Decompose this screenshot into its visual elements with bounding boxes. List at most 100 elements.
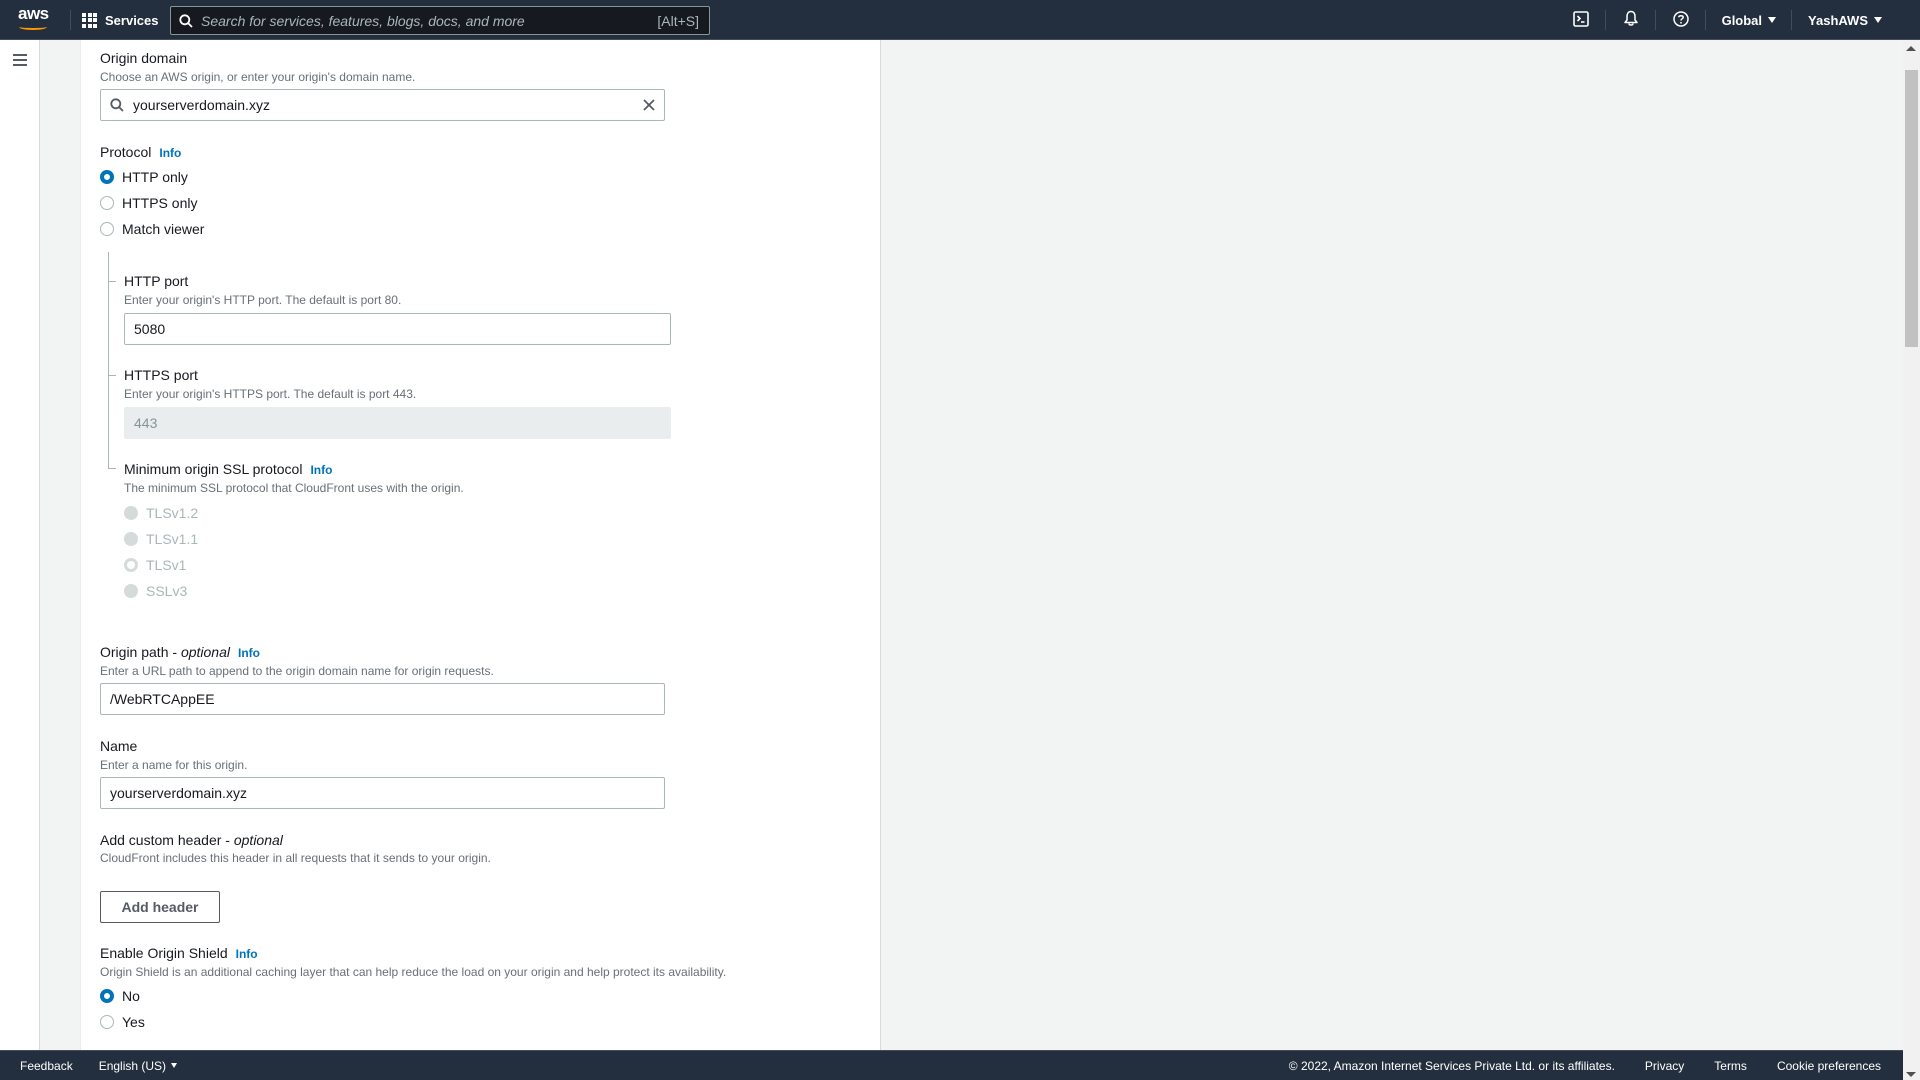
- tree-connector-line: [108, 252, 109, 469]
- origin-path-label: Origin path - optional Info: [100, 644, 260, 660]
- custom-header-description: CloudFront includes this header in all r…: [100, 851, 491, 865]
- copyright-text: © 2022, Amazon Internet Services Private…: [1288, 1058, 1615, 1073]
- scrollbar-thumb[interactable]: [1905, 70, 1918, 347]
- https-port-field: [124, 407, 671, 439]
- global-search-input[interactable]: [201, 12, 658, 29]
- radio-label: HTTPS only: [122, 195, 198, 211]
- origin-shield-info-link[interactable]: Info: [236, 947, 258, 961]
- optional-tag: optional: [180, 644, 230, 660]
- caret-down-icon: [1768, 17, 1777, 23]
- http-port-label: HTTP port: [124, 273, 189, 289]
- origin-path-label-text: Origin path -: [100, 644, 181, 660]
- footer-links: © 2022, Amazon Internet Services Private…: [1259, 1059, 1903, 1073]
- custom-header-label: Add custom header - optional: [100, 832, 283, 848]
- ssl-option-sslv3: SSLv3: [124, 583, 187, 599]
- add-header-button[interactable]: Add header: [100, 891, 220, 923]
- side-navigation: [0, 40, 40, 1050]
- caret-down-icon: [1874, 17, 1882, 23]
- terms-link[interactable]: Terms: [1714, 1059, 1747, 1073]
- page-scrollbar[interactable]: [1903, 40, 1920, 1080]
- notifications-bell-icon: [1623, 10, 1639, 30]
- origin-path-field[interactable]: [100, 683, 665, 715]
- tree-connector-branch: [108, 468, 116, 469]
- radio-label: TLSv1.1: [146, 531, 199, 547]
- cookie-preferences-link[interactable]: Cookie preferences: [1777, 1059, 1881, 1073]
- https-port-label: HTTPS port: [124, 367, 198, 383]
- scroll-up-arrow-icon[interactable]: [1906, 46, 1916, 51]
- services-label: Services: [105, 12, 159, 28]
- origin-path-input[interactable]: [101, 684, 664, 714]
- protocol-option-http-only[interactable]: HTTP only: [100, 169, 188, 185]
- protocol-info-link[interactable]: Info: [159, 146, 181, 160]
- menu-hamburger-icon[interactable]: [13, 54, 27, 66]
- aws-logo[interactable]: aws: [18, 5, 50, 34]
- min-ssl-label-text: Minimum origin SSL protocol: [124, 461, 303, 477]
- min-ssl-label: Minimum origin SSL protocol Info: [124, 461, 332, 477]
- search-shortcut-hint: [Alt+S]: [657, 12, 699, 29]
- radio-label: HTTP only: [122, 169, 188, 185]
- account-menu[interactable]: YashAWS: [1792, 0, 1898, 40]
- radio-checked-icon[interactable]: [100, 170, 114, 184]
- origin-domain-description: Choose an AWS origin, or enter your orig…: [100, 70, 416, 84]
- min-ssl-info-link[interactable]: Info: [310, 463, 332, 477]
- cloudshell-icon: [1572, 10, 1589, 30]
- origin-domain-input[interactable]: [128, 90, 634, 120]
- origin-domain-field[interactable]: [100, 89, 665, 121]
- https-port-description: Enter your origin's HTTPS port. The defa…: [124, 387, 417, 401]
- protocol-option-https-only[interactable]: HTTPS only: [100, 195, 197, 211]
- clear-icon[interactable]: [634, 98, 664, 112]
- region-selector[interactable]: Global: [1706, 0, 1793, 40]
- nav-divider: [70, 10, 71, 30]
- search-icon: [110, 98, 128, 112]
- origin-shield-label-text: Enable Origin Shield: [100, 945, 228, 961]
- origin-name-input[interactable]: [101, 778, 664, 808]
- scroll-down-arrow-icon[interactable]: [1906, 1072, 1916, 1077]
- min-ssl-description: The minimum SSL protocol that CloudFront…: [124, 481, 464, 495]
- origin-shield-description: Origin Shield is an additional caching l…: [100, 965, 727, 979]
- caret-down-icon: [171, 1063, 178, 1068]
- console-footer: Feedback English (US) © 2022, Amazon Int…: [0, 1050, 1903, 1080]
- help-icon: [1672, 10, 1689, 30]
- top-navigation: aws Services [Alt+S]: [0, 0, 1920, 40]
- origin-shield-option-yes[interactable]: Yes: [100, 1014, 145, 1030]
- radio-unchecked-icon[interactable]: [100, 1015, 114, 1029]
- radio-label: TLSv1.2: [146, 505, 199, 521]
- tree-connector-branch: [108, 375, 116, 376]
- tree-connector-branch: [108, 281, 116, 282]
- origin-name-label: Name: [100, 738, 138, 754]
- radio-label: SSLv3: [146, 583, 188, 599]
- cloudshell-button[interactable]: [1556, 0, 1606, 40]
- origin-domain-label: Origin domain: [100, 50, 188, 66]
- http-port-input[interactable]: [125, 314, 670, 344]
- origin-shield-label: Enable Origin Shield Info: [100, 945, 258, 961]
- global-search[interactable]: [Alt+S]: [170, 6, 710, 35]
- ssl-option-tlsv1-1: TLSv1.1: [124, 531, 198, 547]
- ssl-option-tlsv1: TLSv1: [124, 557, 186, 573]
- radio-disabled-checked-icon: [124, 558, 138, 572]
- services-menu-button[interactable]: Services: [82, 0, 159, 40]
- radio-unchecked-icon[interactable]: [100, 196, 114, 210]
- http-port-description: Enter your origin's HTTP port. The defau…: [124, 293, 402, 307]
- optional-tag: optional: [233, 832, 283, 848]
- origin-shield-option-no[interactable]: No: [100, 988, 140, 1004]
- ssl-option-tlsv1-2: TLSv1.2: [124, 505, 198, 521]
- account-label: YashAWS: [1808, 12, 1868, 28]
- privacy-link[interactable]: Privacy: [1645, 1059, 1684, 1073]
- http-port-field[interactable]: [124, 313, 671, 345]
- radio-checked-icon[interactable]: [100, 989, 114, 1003]
- https-port-input: [125, 408, 670, 438]
- radio-label: TLSv1: [146, 557, 187, 573]
- grid-icon: [82, 12, 97, 28]
- origin-name-field[interactable]: [100, 777, 665, 809]
- language-selector[interactable]: English (US): [98, 1058, 178, 1073]
- help-button[interactable]: [1656, 0, 1706, 40]
- radio-disabled-icon: [124, 584, 138, 598]
- radio-label: No: [122, 988, 140, 1004]
- language-label: English (US): [98, 1058, 167, 1073]
- notifications-button[interactable]: [1606, 0, 1656, 40]
- radio-unchecked-icon[interactable]: [100, 222, 114, 236]
- feedback-link[interactable]: Feedback: [20, 1059, 73, 1073]
- protocol-option-match-viewer[interactable]: Match viewer: [100, 221, 204, 237]
- radio-label: Match viewer: [122, 221, 205, 237]
- origin-path-info-link[interactable]: Info: [238, 646, 260, 660]
